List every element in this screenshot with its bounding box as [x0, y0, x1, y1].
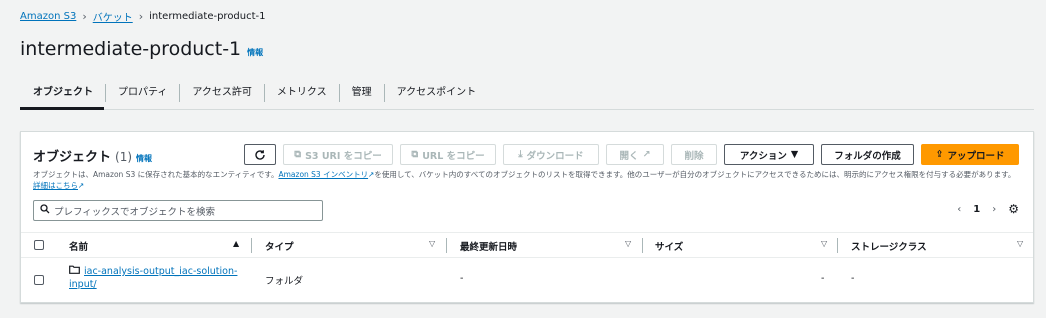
panel-title-text: オブジェクト — [33, 150, 112, 165]
objects-toolbar: ⧉ S3 URI をコピー ⧉ URL をコピー ⤓ ダウンロード 開く ↗ 削… — [244, 144, 1019, 165]
copy-url-label: URL をコピー — [422, 150, 485, 162]
search-input[interactable]: プレフィックスでオブジェクトを検索 — [33, 200, 323, 221]
tab-management[interactable]: 管理 — [338, 83, 384, 102]
chevron-right-icon: › — [82, 10, 87, 23]
panel-info-link[interactable]: 情報 — [136, 153, 152, 164]
copy-url-button[interactable]: ⧉ URL をコピー — [400, 144, 496, 165]
create-folder-button[interactable]: フォルダの作成 — [821, 144, 914, 165]
external-link-icon: ↗ — [78, 181, 85, 190]
tab-bar: オブジェクト プロパティ アクセス許可 メトリクス 管理 アクセスポイント — [20, 76, 1034, 110]
copy-icon: ⧉ — [411, 149, 419, 160]
folder-icon — [69, 265, 80, 277]
description-text-2: を使用して、バケット内のすべてのオブジェクトのリストを取得できます。他のユーザー… — [374, 170, 1016, 179]
copy-s3-uri-button[interactable]: ⧉ S3 URI をコピー — [283, 144, 393, 165]
sort-icon[interactable]: ▽ — [1017, 239, 1023, 248]
select-all-checkbox[interactable] — [34, 240, 44, 250]
upload-button[interactable]: ⇪ アップロード — [921, 144, 1019, 165]
search-placeholder: プレフィックスでオブジェクトを検索 — [54, 206, 216, 218]
current-page[interactable]: 1 — [973, 204, 980, 215]
column-header-name[interactable]: 名前 — [69, 239, 88, 253]
breadcrumb-amazon-s3[interactable]: Amazon S3 — [20, 11, 76, 22]
row-checkbox[interactable] — [34, 275, 44, 285]
column-divider[interactable] — [251, 238, 252, 253]
tab-metrics[interactable]: メトリクス — [263, 83, 339, 102]
object-name-link[interactable]: iac-analysis-output_iac-solution- input/ — [69, 265, 244, 291]
objects-panel: オブジェクト (1) 情報 ⧉ S3 URI をコピー ⧉ URL をコピー ⤓… — [20, 131, 1034, 303]
sort-ascending-icon[interactable]: ▲ — [233, 239, 239, 248]
actions-dropdown[interactable]: アクション ▼ — [724, 144, 814, 165]
learn-more-link[interactable]: 詳細はこちら — [33, 181, 78, 190]
tab-permissions[interactable]: アクセス許可 — [179, 83, 264, 102]
column-header-size[interactable]: サイズ — [655, 239, 683, 253]
upload-label: アップロード — [947, 150, 1005, 162]
description-text-1: オブジェクトは、Amazon S3 に保存された基本的なエンティティです。 — [33, 170, 279, 179]
breadcrumb: Amazon S3 › バケット › intermediate-product-… — [20, 9, 266, 24]
panel-description: オブジェクトは、Amazon S3 に保存された基本的なエンティティです。Ama… — [33, 169, 1023, 191]
previous-page-icon[interactable]: ‹ — [957, 204, 961, 215]
column-header-storage-class[interactable]: ストレージクラス — [851, 239, 927, 253]
object-storage-class: - — [851, 273, 855, 284]
object-last-modified: - — [460, 273, 464, 284]
external-link-icon: ↗ — [642, 149, 651, 160]
delete-label: 削除 — [684, 150, 704, 162]
breadcrumb-buckets[interactable]: バケット — [93, 9, 133, 24]
sort-icon[interactable]: ▽ — [625, 239, 631, 248]
column-header-last-modified[interactable]: 最終更新日時 — [460, 239, 517, 253]
download-icon: ⤓ — [518, 149, 523, 160]
actions-label: アクション — [739, 150, 787, 162]
panel-title: オブジェクト (1) 情報 — [33, 146, 152, 165]
object-name-line1: iac-analysis-output_iac-solution- — [84, 266, 238, 277]
object-count: (1) — [115, 150, 133, 164]
search-icon — [40, 204, 50, 217]
settings-gear-icon[interactable]: ⚙ — [1008, 202, 1019, 216]
open-button[interactable]: 開く ↗ — [606, 144, 664, 165]
create-folder-label: フォルダの作成 — [834, 150, 901, 162]
tab-objects[interactable]: オブジェクト — [20, 84, 105, 102]
column-divider[interactable] — [642, 238, 643, 253]
copy-icon: ⧉ — [294, 149, 302, 160]
refresh-icon — [255, 149, 265, 160]
page-title: intermediate-product-1 情報 — [20, 38, 263, 60]
download-label: ダウンロード — [526, 150, 584, 162]
tab-access-points[interactable]: アクセスポイント — [383, 83, 489, 102]
chevron-right-icon: › — [138, 10, 144, 23]
inventory-link[interactable]: Amazon S3 インベントリ — [278, 170, 368, 179]
sort-icon[interactable]: ▽ — [429, 239, 435, 248]
active-tab-indicator — [20, 107, 104, 110]
copy-s3-uri-label: S3 URI をコピー — [305, 150, 382, 162]
object-type: フォルダ — [265, 276, 304, 287]
tab-properties[interactable]: プロパティ — [105, 83, 179, 102]
pagination: ‹ 1 › ⚙ — [957, 202, 1019, 216]
page-title-text: intermediate-product-1 — [20, 38, 242, 60]
table-row[interactable]: iac-analysis-output_iac-solution- input/… — [21, 259, 1033, 301]
open-label: 開く — [619, 150, 639, 162]
breadcrumb-current: intermediate-product-1 — [149, 11, 266, 22]
next-page-icon[interactable]: › — [992, 204, 996, 215]
caret-down-icon: ▼ — [790, 149, 799, 160]
download-button[interactable]: ⤓ ダウンロード — [503, 144, 599, 165]
sort-icon[interactable]: ▽ — [821, 239, 827, 248]
object-name-line2: input/ — [69, 279, 97, 290]
refresh-button[interactable] — [244, 144, 276, 165]
table-header: 名前 ▲ タイプ ▽ 最終更新日時 ▽ サイズ ▽ ストレージクラス ▽ — [21, 232, 1033, 258]
upload-icon: ⇪ — [935, 149, 944, 160]
column-divider[interactable] — [837, 238, 838, 253]
object-size: - — [821, 273, 825, 284]
info-link[interactable]: 情報 — [247, 47, 263, 58]
column-divider[interactable] — [446, 238, 447, 253]
column-header-type[interactable]: タイプ — [265, 239, 294, 253]
delete-button[interactable]: 削除 — [671, 144, 717, 165]
